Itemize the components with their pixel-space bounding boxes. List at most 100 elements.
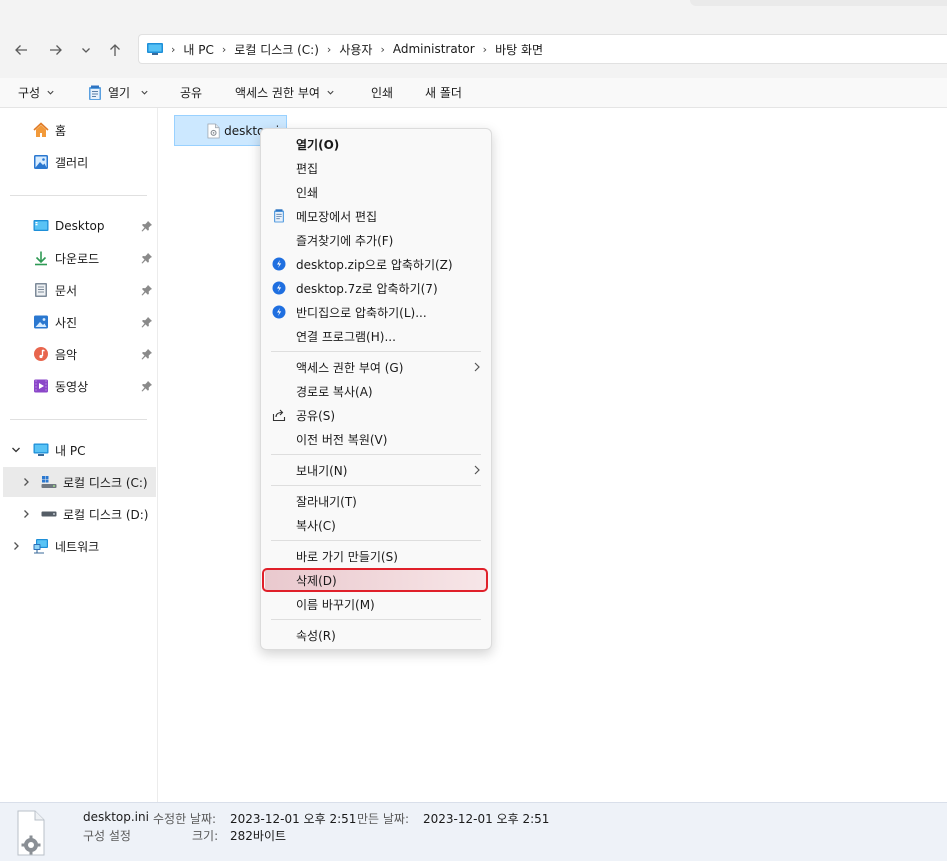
breadcrumb-desktop[interactable]: 바탕 화면	[495, 41, 543, 58]
chevron-down-icon	[47, 90, 54, 95]
up-button[interactable]	[103, 38, 127, 62]
breadcrumb-drive-c[interactable]: 로컬 디스크 (C:)	[234, 41, 319, 58]
menu-item-label: 액세스 권한 부여 (G)	[296, 360, 404, 375]
menu-separator	[271, 351, 481, 352]
menu-item-label: 삭제(D)	[296, 573, 337, 588]
drive-icon	[41, 506, 57, 522]
sidebar-item-label: 음악	[55, 347, 78, 362]
menu-item-compress-zip[interactable]: desktop.zip으로 압축하기(Z)	[265, 252, 487, 276]
sidebar-item-pictures[interactable]: 사진	[0, 307, 157, 337]
menu-item-rename[interactable]: 이름 바꾸기(M)	[265, 592, 487, 616]
menu-item-label: desktop.7z로 압축하기(7)	[296, 281, 438, 296]
breadcrumb-administrator[interactable]: Administrator	[393, 42, 475, 56]
menu-item-open-with[interactable]: 연결 프로그램(H)...	[265, 324, 487, 348]
menu-item-edit[interactable]: 편집	[265, 156, 487, 180]
sidebar-item-network[interactable]: 네트워크	[0, 531, 157, 561]
sidebar-item-desktop[interactable]: Desktop	[0, 211, 157, 241]
address-bar[interactable]: › 내 PC › 로컬 디스크 (C:) › 사용자 › Administrat…	[138, 34, 947, 64]
give-access-button[interactable]: 액세스 권한 부여	[235, 78, 335, 107]
menu-item-label: 편집	[296, 161, 319, 176]
windows-drive-icon	[41, 474, 57, 490]
share-label: 공유	[180, 86, 203, 100]
chevron-right-icon[interactable]	[11, 541, 21, 551]
organize-button[interactable]: 구성	[18, 78, 55, 107]
pin-icon[interactable]	[141, 348, 153, 360]
sidebar-item-videos[interactable]: 동영상	[0, 371, 157, 401]
back-button[interactable]	[9, 38, 33, 62]
details-modified-value: 2023-12-01 오후 2:51	[230, 812, 357, 826]
menu-item-label: 인쇄	[296, 185, 319, 200]
details-created-label: 만든 날짜:	[357, 812, 410, 826]
share-button[interactable]: 공유	[180, 78, 202, 107]
sidebar-item-gallery[interactable]: 갤러리	[0, 147, 157, 177]
chevron-down-icon	[82, 48, 90, 53]
menu-item-label: 속성(R)	[296, 628, 336, 643]
breadcrumb-this-pc[interactable]: 내 PC	[183, 41, 213, 58]
forward-button[interactable]	[44, 38, 68, 62]
arrow-up-icon	[110, 44, 120, 56]
pin-icon[interactable]	[141, 284, 153, 296]
pin-icon[interactable]	[141, 380, 153, 392]
sidebar-item-downloads[interactable]: 다운로드	[0, 243, 157, 273]
menu-item-label: 연결 프로그램(H)...	[296, 329, 396, 344]
chevron-down-icon[interactable]	[11, 445, 21, 455]
breadcrumb-separator[interactable]: ›	[483, 43, 487, 56]
sidebar-item-drive-d[interactable]: 로컬 디스크 (D:)	[0, 499, 157, 529]
sidebar-item-documents[interactable]: 문서	[0, 275, 157, 305]
breadcrumb-separator[interactable]: ›	[380, 43, 384, 56]
menu-item-edit-in-notepad[interactable]: 메모장에서 편집	[265, 204, 487, 228]
breadcrumb-users[interactable]: 사용자	[339, 41, 372, 58]
menu-item-restore-versions[interactable]: 이전 버전 복원(V)	[265, 427, 487, 451]
sidebar-item-music[interactable]: 음악	[0, 339, 157, 369]
menu-item-copy[interactable]: 복사(C)	[265, 513, 487, 537]
tab-strip-edge	[690, 0, 947, 6]
chevron-right-icon	[474, 362, 480, 372]
sidebar-item-label: 로컬 디스크 (C:)	[63, 475, 148, 490]
print-button[interactable]: 인쇄	[371, 78, 393, 107]
chevron-right-icon[interactable]	[21, 477, 31, 487]
sidebar-item-drive-c[interactable]: 로컬 디스크 (C:)	[3, 467, 156, 497]
menu-item-share[interactable]: 공유(S)	[265, 403, 487, 427]
menu-separator	[271, 485, 481, 486]
details-pane: desktop.ini 구성 설정 수정한 날짜: 2023-12-01 오후 …	[0, 802, 947, 861]
menu-item-create-shortcut[interactable]: 바로 가기 만들기(S)	[265, 544, 487, 568]
menu-item-compress-7z[interactable]: desktop.7z로 압축하기(7)	[265, 276, 487, 300]
menu-item-compress-bandizip[interactable]: 반디집으로 압축하기(L)...	[265, 300, 487, 324]
menu-item-add-favorites[interactable]: 즐겨찾기에 추가(F)	[265, 228, 487, 252]
menu-item-open[interactable]: 열기(O)	[265, 132, 487, 156]
menu-item-label: 열기(O)	[296, 137, 340, 152]
pictures-icon	[33, 314, 49, 330]
sidebar-item-home[interactable]: 홈	[0, 115, 157, 145]
chevron-right-icon[interactable]	[21, 509, 31, 519]
config-file-icon	[17, 810, 45, 856]
sidebar-item-label: 로컬 디스크 (D:)	[63, 507, 149, 522]
sidebar-item-this-pc[interactable]: 내 PC	[0, 435, 157, 465]
breadcrumb-separator[interactable]: ›	[327, 43, 331, 56]
home-icon	[33, 122, 49, 138]
sidebar-divider	[10, 419, 147, 420]
menu-item-give-access[interactable]: 액세스 권한 부여 (G)	[265, 355, 487, 379]
pin-icon[interactable]	[141, 316, 153, 328]
menu-item-print[interactable]: 인쇄	[265, 180, 487, 204]
menu-item-label: 바로 가기 만들기(S)	[296, 549, 398, 564]
menu-item-label: 메모장에서 편집	[296, 209, 378, 224]
navigation-pane: 홈 갤러리 Desktop 다운로드 문서 사진 음악 동영상 내 PC 로컬 …	[0, 108, 158, 802]
menu-item-label: 반디집으로 압축하기(L)...	[296, 305, 427, 320]
menu-item-send-to[interactable]: 보내기(N)	[265, 458, 487, 482]
sidebar-item-label: 네트워크	[55, 539, 100, 554]
menu-item-copy-as-path[interactable]: 경로로 복사(A)	[265, 379, 487, 403]
give-access-label: 액세스 권한 부여	[235, 86, 320, 100]
details-type: 구성 설정	[83, 829, 131, 843]
menu-item-delete[interactable]: 삭제(D)	[265, 568, 487, 592]
open-button[interactable]: 열기	[88, 78, 149, 107]
menu-item-properties[interactable]: 속성(R)	[265, 623, 487, 647]
recent-locations-button[interactable]	[74, 38, 98, 62]
new-folder-button[interactable]: 새 폴더	[425, 78, 462, 107]
menu-item-cut[interactable]: 잘라내기(T)	[265, 489, 487, 513]
breadcrumb-separator[interactable]: ›	[222, 43, 226, 56]
pin-icon[interactable]	[141, 220, 153, 232]
chevron-right-icon	[474, 465, 480, 475]
pin-icon[interactable]	[141, 252, 153, 264]
arrow-left-icon	[15, 45, 27, 55]
video-icon	[33, 378, 49, 394]
